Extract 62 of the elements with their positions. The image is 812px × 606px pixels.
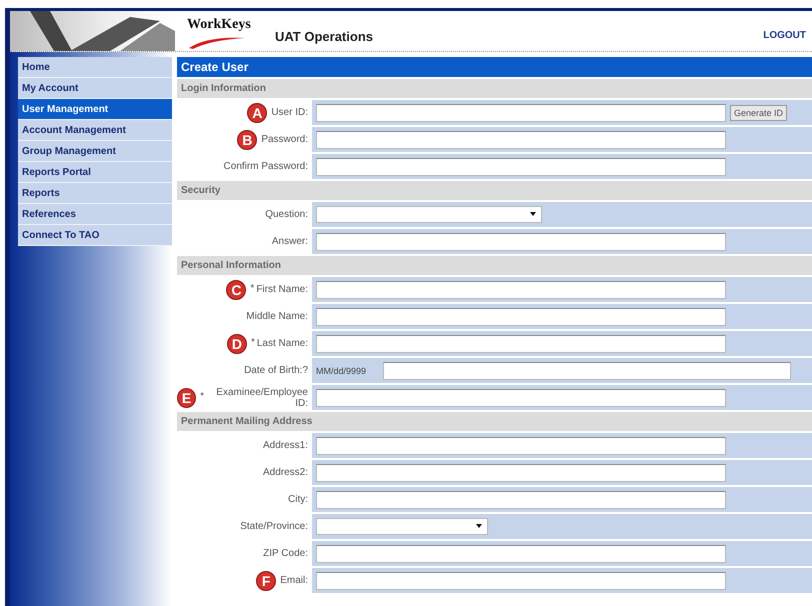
field-label: Middle Name: — [246, 311, 308, 322]
input-field[interactable] — [316, 544, 726, 562]
annotation-badge: D — [226, 334, 247, 354]
field-label: Confirm Password: — [224, 161, 308, 172]
input-field[interactable] — [316, 130, 726, 148]
caret-icon — [530, 212, 536, 216]
field-label: User ID: — [271, 107, 308, 118]
date-format-hint: MM/dd/9999 — [316, 366, 368, 376]
logout-link[interactable]: LOGOUT — [763, 30, 806, 41]
sidebar-item[interactable]: Reports Portal — [18, 162, 172, 183]
logo-text: WorkKeys — [187, 18, 252, 32]
generate-id-button[interactable]: Generate ID — [730, 104, 788, 120]
section-heading: Permanent Mailing Address — [177, 412, 812, 431]
sidebar-item[interactable]: Reports — [18, 183, 172, 204]
sidebar-item[interactable]: Group Management — [18, 141, 172, 162]
input-field[interactable] — [316, 308, 726, 326]
form-title: Create User — [177, 57, 812, 77]
input-field[interactable] — [316, 572, 726, 590]
dropdown-field[interactable] — [316, 518, 488, 535]
field-label: Examinee/Employee ID: — [215, 386, 308, 408]
sidebar-item[interactable]: References — [18, 204, 172, 225]
input-field[interactable] — [316, 464, 726, 482]
field-label: Address2: — [262, 467, 308, 478]
required-mark: * — [200, 391, 204, 402]
field-label: State/Province: — [240, 521, 308, 532]
input-field[interactable] — [316, 280, 726, 298]
field-label: Date of Birth:? — [244, 365, 308, 376]
sidebar-item[interactable]: My Account — [18, 78, 172, 99]
field-label: Question: — [265, 209, 308, 220]
annotation-badge: B — [237, 130, 258, 150]
input-field[interactable] — [316, 388, 726, 406]
input-field[interactable] — [316, 158, 726, 176]
input-field[interactable] — [316, 104, 726, 122]
annotation-badge: E — [177, 388, 196, 408]
field-label: First Name: — [256, 284, 308, 295]
section-heading: Security — [177, 181, 812, 200]
sidebar-item[interactable]: Home — [18, 57, 172, 78]
input-field[interactable] — [316, 490, 726, 508]
field-label: Password: — [261, 134, 308, 145]
sidebar-item[interactable]: Account Management — [18, 120, 172, 141]
required-mark: * — [250, 283, 254, 294]
input-field[interactable] — [316, 436, 726, 454]
input-field[interactable] — [316, 334, 726, 352]
field-label: Address1: — [262, 440, 308, 451]
caret-icon — [476, 524, 482, 528]
annotation-badge: F — [256, 570, 276, 590]
sidebar-item[interactable]: User Management — [18, 99, 172, 120]
field-label: Answer: — [272, 236, 308, 247]
annotation-badge: C — [226, 280, 246, 300]
dropdown-field[interactable] — [316, 206, 542, 223]
annotation-badge: A — [247, 102, 268, 122]
field-label: Email: — [280, 575, 308, 586]
field-label: Last Name: — [256, 338, 308, 349]
input-field[interactable] — [316, 232, 726, 250]
field-label: City: — [288, 494, 308, 505]
required-mark: * — [250, 337, 255, 348]
section-heading: Login Information — [177, 79, 812, 98]
field-label: ZIP Code: — [263, 548, 308, 559]
app-title: UAT Operations — [275, 29, 373, 44]
section-heading: Personal Information — [177, 256, 812, 275]
sidebar-item[interactable]: Connect To TAO — [18, 225, 172, 246]
input-field[interactable] — [383, 362, 791, 380]
